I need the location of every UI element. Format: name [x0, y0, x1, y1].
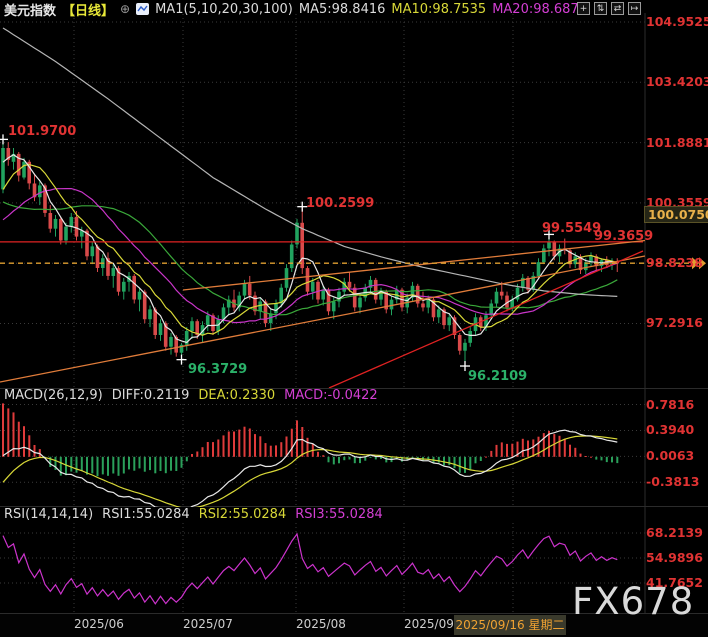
rsi-settings-label[interactable]: RSI(14,14,14)	[4, 507, 93, 522]
macd-axis-label: 0.0063	[646, 448, 694, 463]
rsi1-value: RSI1:55.0284	[102, 507, 190, 522]
price-annotation: 99.5549	[542, 221, 601, 236]
price-annotation: 96.3729	[188, 362, 247, 377]
macd-header: MACD(26,12,9) DIFF:0.2119 DEA:0.2330 MAC…	[4, 388, 378, 403]
price-axis-label: 103.4203	[646, 74, 708, 89]
macd-axis-label: -0.3813	[646, 474, 699, 489]
x-axis-month-label: 2025/09	[404, 617, 454, 631]
macd-settings-label[interactable]: MACD(26,12,9)	[4, 388, 103, 403]
x-axis-month-label: 2025/07	[183, 617, 233, 631]
chart-type-icon[interactable]	[136, 3, 149, 15]
watermark-fx678: FX678	[572, 580, 694, 623]
rsi-axis-label: 54.9896	[646, 550, 703, 565]
resistance-line-label: 99.3659	[594, 229, 653, 244]
zoom-horizontal-icon[interactable]: ⇄	[611, 2, 624, 15]
price-axis-label: 104.9525	[646, 14, 708, 29]
macd-hist-value: MACD:-0.0422	[284, 388, 378, 403]
trading-chart-app: 美元指数【日线】 ⊕ MA1(5,10,20,30,100) MA5:98.841…	[0, 0, 708, 637]
macd-dea-value: DEA:0.2330	[198, 388, 275, 403]
price-annotation: 100.2599	[306, 196, 374, 211]
price-annotation: 96.2109	[468, 369, 527, 384]
symbol-title: 美元指数	[4, 0, 56, 19]
period-tag[interactable]: 【日线】	[62, 0, 114, 19]
macd-axis-label: 0.3940	[646, 422, 694, 437]
selected-date-badge: 2025/09/16 星期二	[454, 615, 566, 635]
macd-axis-label: 0.7816	[646, 397, 694, 412]
x-axis-month-label: 2025/08	[296, 617, 346, 631]
price-axis-label: 98.8238	[646, 255, 703, 270]
price-axis-label: 100.0750	[644, 206, 708, 223]
move-tool-icon[interactable]: +	[577, 2, 590, 15]
ma5-value: MA5:98.8416	[299, 2, 386, 17]
rsi3-value: RSI3:55.0284	[295, 507, 383, 522]
rsi-header: RSI(14,14,14) RSI1:55.0284 RSI2:55.0284 …	[4, 507, 383, 522]
price-annotation: 101.9700	[8, 124, 76, 139]
price-axis-label: 97.2916	[646, 315, 703, 330]
price-axis-label: 101.8881	[646, 135, 708, 150]
zoom-vertical-icon[interactable]: ⇅	[594, 2, 607, 15]
ma20-value: MA20:98.6878	[492, 2, 587, 17]
ma10-value: MA10:98.7535	[391, 2, 486, 17]
expand-icon[interactable]: ⊕	[120, 2, 130, 16]
chart-toolbar: + ⇅ ⇄ ↦	[577, 2, 641, 15]
macd-diff-value: DIFF:0.2119	[112, 388, 190, 403]
chart-canvas[interactable]	[0, 0, 708, 637]
rsi-axis-label: 68.2139	[646, 525, 703, 540]
rsi2-value: RSI2:55.0284	[199, 507, 287, 522]
x-axis-month-label: 2025/06	[74, 617, 124, 631]
ma-settings-label[interactable]: MA1(5,10,20,30,100)	[155, 2, 293, 17]
chart-header: 美元指数【日线】 ⊕ MA1(5,10,20,30,100) MA5:98.841…	[4, 1, 587, 17]
go-to-latest-icon[interactable]: ↦	[628, 2, 641, 15]
